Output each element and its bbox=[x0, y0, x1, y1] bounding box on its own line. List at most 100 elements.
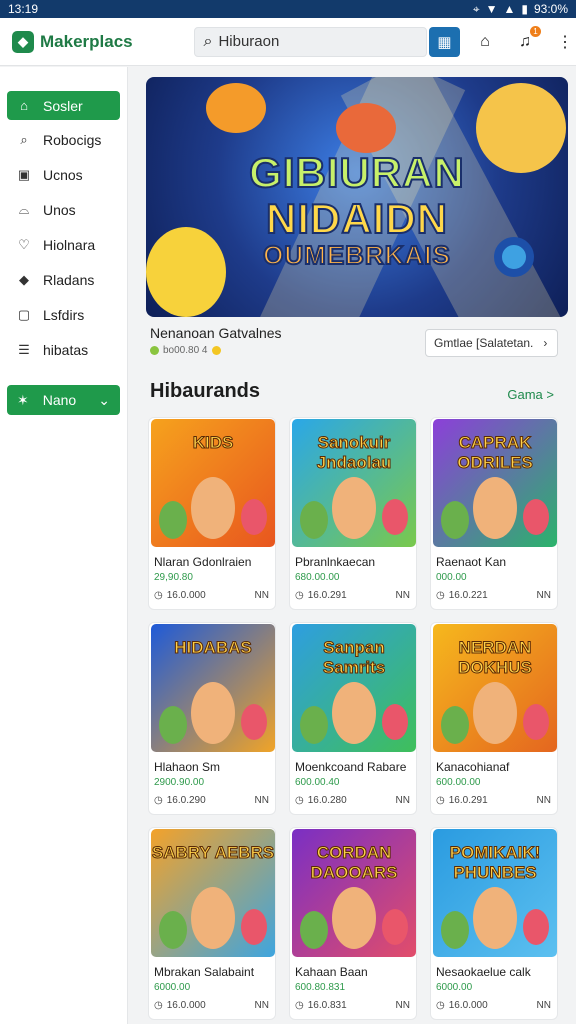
home-icon: ⌂ bbox=[20, 98, 28, 113]
game-card[interactable]: CORDAN DAOOARS Kahaan Baan 600.80.831 ◷ 16.0… bbox=[289, 827, 417, 1020]
clock-icon: ◷ bbox=[295, 1000, 304, 1011]
game-character bbox=[159, 706, 187, 744]
hero-meta: Nenanoan Gatvalnes bo00.80 4 bbox=[150, 325, 410, 356]
sidebar-item-0[interactable]: ⌂ Sosler bbox=[7, 91, 120, 120]
game-art-title: NERDAN DOKHUS bbox=[458, 638, 533, 678]
game-title: Nesaokaelue calk bbox=[436, 965, 531, 979]
game-character bbox=[382, 909, 408, 945]
sidebar-item-6[interactable]: ▢ Lsfdirs bbox=[0, 297, 127, 332]
game-art-title: POMIKAIK! PHUNBES bbox=[449, 843, 541, 883]
main-content: GIBIURAN NIDAIDN OUMEBRKAIS Nenanoan Gat… bbox=[128, 67, 576, 1024]
search-submit-button[interactable]: ▦ bbox=[429, 26, 460, 57]
select-button[interactable]: Gmtlae [Salatetan. › bbox=[425, 329, 558, 357]
battery-level: 93:0% bbox=[533, 2, 568, 16]
sidebar-item-3[interactable]: ⌓ Unos bbox=[0, 192, 127, 227]
game-thumbnail: HIDABAS bbox=[151, 624, 275, 752]
game-tag: NN bbox=[254, 590, 269, 601]
hero-sub-text: bo00.80 4 bbox=[163, 345, 208, 356]
game-time: ◷ 16.0.291 bbox=[295, 590, 347, 601]
game-thumbnail: KIDS bbox=[151, 419, 275, 547]
hero-title-line-1: GIBIURAN bbox=[248, 148, 465, 197]
grid-icon: ▦ bbox=[437, 33, 452, 51]
sidebar-item-1[interactable]: ⌕ Robocigs bbox=[0, 122, 127, 157]
hero-banner[interactable]: GIBIURAN NIDAIDN OUMEBRKAIS bbox=[146, 77, 568, 317]
game-time-text: 16.0.290 bbox=[166, 795, 206, 806]
game-thumbnail: NERDAN DOKHUS bbox=[433, 624, 557, 752]
sidebar: ⌂ Sosler ⌕ Robocigs ▣ Ucnos ⌓ Unos ♡ Hio… bbox=[0, 67, 128, 1024]
game-title: Pbranlnkaecan bbox=[295, 555, 376, 569]
game-time: ◷ 16.0.000 bbox=[436, 1000, 488, 1011]
game-time: ◷ 16.0.000 bbox=[154, 590, 206, 601]
sidebar-item-5[interactable]: ◆ Rladans bbox=[0, 262, 127, 297]
status-time: 13:19 bbox=[8, 2, 39, 16]
more-vert-icon: ⋮ bbox=[557, 33, 573, 51]
game-card[interactable]: HIDABAS Hlahaon Sm 2900.90.00 ◷ 16.0.290 NN bbox=[148, 622, 276, 815]
game-title: Hlahaon Sm bbox=[154, 760, 221, 774]
game-thumbnail: Sanpan Samrits bbox=[292, 624, 416, 752]
clock-icon: ◷ bbox=[436, 795, 445, 806]
game-card[interactable]: NERDAN DOKHUS Kanacohianaf 600.00.00 ◷ 16.0.… bbox=[430, 622, 558, 815]
game-title: Mbrakan Salabaint bbox=[154, 965, 255, 979]
heart-icon: ♡ bbox=[18, 236, 30, 252]
game-time-text: 16.0.280 bbox=[307, 795, 347, 806]
sidebar-item-label: Robocigs bbox=[43, 131, 102, 148]
brand[interactable]: ◆ Makerplacs bbox=[12, 30, 176, 53]
game-card[interactable]: CAPRAK ODRILES Raenaot Kan 000.00 ◷ 16.0.221… bbox=[430, 417, 558, 610]
gem-icon: ◆ bbox=[19, 271, 29, 287]
game-price: 29,90.80 bbox=[154, 572, 193, 583]
game-character bbox=[441, 911, 469, 949]
hero-name: Nenanoan Gatvalnes bbox=[150, 325, 282, 341]
game-character bbox=[473, 887, 517, 949]
battery-icon: ▮ bbox=[521, 2, 528, 16]
search-input[interactable] bbox=[218, 33, 409, 50]
chevron-down-icon: ⌄ bbox=[98, 391, 110, 408]
game-price: 6000.00 bbox=[154, 982, 191, 993]
search-bar: ⌕ bbox=[194, 26, 428, 57]
game-time-text: 16.0.000 bbox=[166, 1000, 206, 1011]
game-art-title: Sanpan Samrits bbox=[322, 638, 386, 678]
game-card[interactable]: Sanokuir Jndaolau Pbranlnkaecan 680.00.00 ◷… bbox=[289, 417, 417, 610]
select-button-label: Gmtlae [Salatetan. bbox=[434, 336, 534, 350]
sidebar-cta-button[interactable]: ✶ Nano ⌄ bbox=[7, 385, 120, 415]
sidebar-item-7[interactable]: ☰ hibatas bbox=[0, 332, 127, 367]
game-character bbox=[332, 477, 376, 539]
status-icons: ⌖ ▼ ▲ ▮ 93:0% bbox=[473, 2, 568, 17]
game-tag: NN bbox=[536, 795, 551, 806]
coin-icon bbox=[150, 346, 159, 355]
game-character bbox=[241, 704, 267, 740]
image-icon: ▣ bbox=[17, 166, 31, 182]
sidebar-item-2[interactable]: ▣ Ucnos bbox=[0, 157, 127, 192]
game-price: 000.00 bbox=[436, 572, 467, 583]
location-icon: ⌖ bbox=[472, 1, 480, 16]
game-tag: NN bbox=[395, 590, 410, 601]
notifications-button[interactable]: ♫ 1 bbox=[514, 25, 541, 53]
game-price: 2900.90.00 bbox=[154, 777, 205, 788]
wifi-icon: ▼ bbox=[485, 2, 498, 16]
game-character bbox=[332, 682, 376, 744]
game-tag: NN bbox=[254, 795, 269, 806]
more-menu-button[interactable]: ⋮ bbox=[554, 31, 576, 53]
game-card[interactable]: POMIKAIK! PHUNBES Nesaokaelue calk 6000.00… bbox=[430, 827, 558, 1020]
game-grid: KIDS Nlaran Gdonlraien 29,90.80 ◷ 16.0.000 NN… bbox=[148, 417, 558, 1020]
game-character bbox=[441, 501, 469, 539]
hero-character-center bbox=[336, 103, 396, 153]
game-time-text: 16.0.000 bbox=[166, 590, 206, 601]
game-meta: ◷ 16.0.000 NN bbox=[154, 1000, 269, 1011]
game-meta: ◷ 16.0.291 NN bbox=[436, 795, 551, 806]
clock-icon: ◷ bbox=[436, 590, 445, 601]
game-character bbox=[241, 909, 267, 945]
sidebar-item-4[interactable]: ♡ Hiolnara bbox=[0, 227, 127, 262]
game-card[interactable]: Sanpan Samrits Moenkcoand Rabare 600.00.40… bbox=[289, 622, 417, 815]
game-character bbox=[300, 911, 328, 949]
cart-button[interactable]: ⌂ bbox=[474, 31, 496, 53]
game-card[interactable]: SABRY AEBRS Mbrakan Salabaint 6000.00 ◷ 16.0… bbox=[148, 827, 276, 1020]
game-character bbox=[300, 706, 328, 744]
game-card[interactable]: KIDS Nlaran Gdonlraien 29,90.80 ◷ 16.0.000 NN bbox=[148, 417, 276, 610]
see-all-link[interactable]: Gama > bbox=[507, 387, 554, 402]
game-title: Kanacohianaf bbox=[436, 760, 510, 774]
game-art-title: CAPRAK ODRILES bbox=[457, 433, 534, 473]
game-character bbox=[382, 499, 408, 535]
sidebar-item-label: hibatas bbox=[43, 341, 89, 358]
bell-icon: ♫ bbox=[519, 32, 531, 50]
game-time: ◷ 16.0.831 bbox=[295, 1000, 347, 1011]
